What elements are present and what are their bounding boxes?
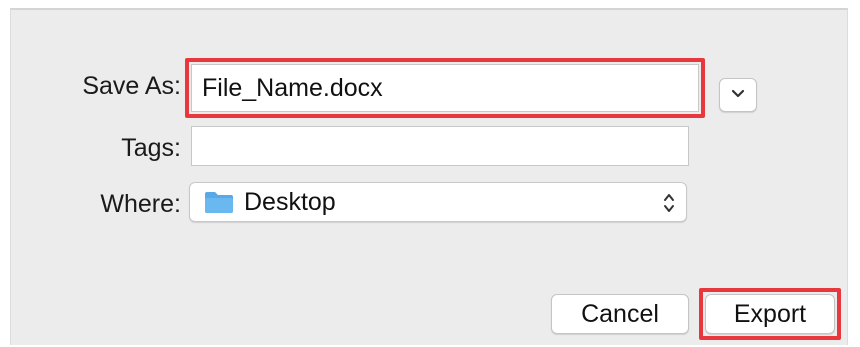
up-down-chevron-icon: [662, 190, 676, 216]
save-as-field[interactable]: File_Name.docx: [191, 64, 699, 112]
expand-dialog-button[interactable]: [719, 78, 757, 112]
save-as-value: File_Name.docx: [202, 73, 383, 102]
chevron-down-icon: [731, 86, 745, 104]
tags-label: Tags:: [121, 134, 181, 162]
where-popup[interactable]: Desktop: [189, 182, 687, 222]
where-selected: Desktop: [244, 187, 336, 216]
save-dialog: Save As: File_Name.docx Tags: Where: Des…: [10, 8, 848, 345]
save-as-label: Save As:: [82, 72, 181, 100]
cancel-button[interactable]: Cancel: [551, 294, 689, 334]
export-button[interactable]: Export: [705, 294, 835, 334]
folder-icon: [204, 190, 234, 214]
tags-field[interactable]: [191, 126, 689, 166]
where-label: Where:: [100, 190, 181, 218]
